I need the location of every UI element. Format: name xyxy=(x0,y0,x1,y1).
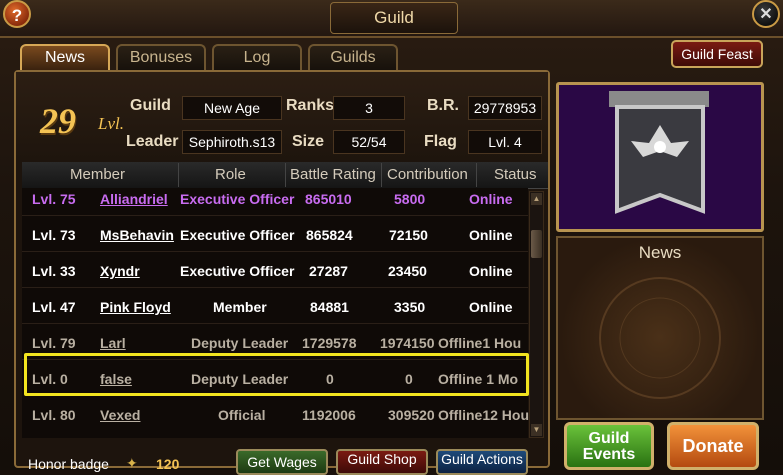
member-list-scrollbar[interactable] xyxy=(529,191,544,438)
member-status: Online xyxy=(469,227,513,243)
size-label: Size xyxy=(292,133,325,150)
row-divider xyxy=(22,287,528,288)
column-divider xyxy=(285,163,286,187)
column-divider xyxy=(476,163,477,187)
member-level: Lvl. 75 xyxy=(32,191,76,207)
guild-label: Guild xyxy=(130,97,171,114)
column-divider xyxy=(381,163,382,187)
tab-guilds[interactable]: Guilds xyxy=(308,44,398,70)
member-contribution: 5800 xyxy=(394,191,426,207)
member-name-link[interactable]: MsBehavin xyxy=(100,227,174,243)
tab-news[interactable]: News xyxy=(20,44,110,70)
member-status: Offline1 Hou xyxy=(438,335,522,351)
member-battle-rating: 1192006 xyxy=(302,407,356,423)
table-row[interactable]: Lvl. 33 Xyndr Executive Officer 27287 23… xyxy=(22,261,528,297)
question-icon: ? xyxy=(11,6,23,25)
help-button[interactable]: ? xyxy=(3,0,31,28)
member-contribution: 23450 xyxy=(388,263,427,279)
guild-flag-icon xyxy=(559,85,761,229)
row-divider xyxy=(22,251,528,252)
member-role: Executive Officer xyxy=(180,227,295,243)
member-contribution: 309520 xyxy=(388,407,435,423)
member-contribution: 72150 xyxy=(389,227,428,243)
column-header-role[interactable]: Role xyxy=(215,166,246,183)
member-name-link[interactable]: Vexed xyxy=(100,407,140,423)
member-battle-rating: 1729578 xyxy=(302,335,357,351)
br-value: 29778953 xyxy=(468,96,542,120)
guild-shop-button[interactable]: Guild Shop xyxy=(336,449,428,475)
column-divider xyxy=(178,163,179,187)
column-header-member[interactable]: Member xyxy=(70,166,125,183)
member-name-link[interactable]: Alliandriel xyxy=(100,191,168,207)
member-battle-rating: 865824 xyxy=(306,227,353,243)
tab-log[interactable]: Log xyxy=(212,44,302,70)
size-value: 52/54 xyxy=(333,130,405,154)
member-role: Member xyxy=(213,299,267,315)
member-name-link[interactable]: Xyndr xyxy=(100,263,140,279)
member-level: Lvl. 79 xyxy=(32,335,76,351)
member-level: Lvl. 73 xyxy=(32,227,76,243)
member-level: Lvl. 47 xyxy=(32,299,76,315)
news-panel xyxy=(556,236,764,420)
member-level: Lvl. 80 xyxy=(32,407,76,423)
member-status: Online xyxy=(469,263,513,279)
guild-level-number: 29 xyxy=(40,101,76,141)
member-role: Deputy Leader xyxy=(191,335,289,351)
leader-name-value: Sephiroth.s13 xyxy=(182,130,282,154)
table-row[interactable]: Lvl. 47 Pink Floyd Member 84881 3350 Onl… xyxy=(22,297,528,333)
news-title: News xyxy=(638,243,682,262)
guild-feast-button[interactable]: Guild Feast xyxy=(671,40,763,68)
leader-label: Leader xyxy=(126,133,179,150)
honor-badge-icon: ✦ xyxy=(126,455,138,471)
ranks-value: 3 xyxy=(333,96,405,120)
table-row[interactable]: Lvl. 75 Alliandriel Executive Officer 86… xyxy=(22,189,528,225)
member-contribution: 3350 xyxy=(394,299,426,315)
guild-flag-banner[interactable] xyxy=(556,82,764,232)
member-status: Offline12 Hou xyxy=(438,407,530,423)
member-name-link[interactable]: Larl xyxy=(100,335,126,351)
table-row[interactable]: Lvl. 73 MsBehavin Executive Officer 8658… xyxy=(22,225,528,261)
tab-bonuses[interactable]: Bonuses xyxy=(116,44,206,70)
flag-label: Flag xyxy=(424,133,457,150)
row-divider xyxy=(22,215,528,216)
member-battle-rating: 865010 xyxy=(305,191,352,207)
column-header-contribution[interactable]: Contribution xyxy=(387,166,468,183)
scroll-up-arrow-icon[interactable]: ▲ xyxy=(531,193,542,205)
guild-level-suffix: Lvl. xyxy=(98,114,124,133)
guild-window: Guild ? ✕ News Bonuses Log Guilds Guild … xyxy=(0,0,783,475)
member-battle-rating: 27287 xyxy=(309,263,348,279)
member-status: Online xyxy=(469,299,513,315)
guild-actions-button[interactable]: Guild Actions xyxy=(436,449,528,475)
donate-button[interactable]: Donate xyxy=(667,422,759,470)
window-title: Guild xyxy=(330,2,458,34)
get-wages-button[interactable]: Get Wages xyxy=(236,449,328,475)
member-name-link[interactable]: Pink Floyd xyxy=(100,299,171,315)
flag-value: Lvl. 4 xyxy=(468,130,542,154)
member-role: Executive Officer xyxy=(180,191,295,207)
guild-events-button[interactable]: Guild Events xyxy=(564,422,654,470)
member-battle-rating: 84881 xyxy=(310,299,349,315)
close-icon: ✕ xyxy=(759,6,773,23)
member-level: Lvl. 33 xyxy=(32,263,76,279)
member-status: Online xyxy=(469,191,513,207)
br-label: B.R. xyxy=(427,97,459,114)
guild-name-value: New Age xyxy=(182,96,282,120)
member-contribution: 1974150 xyxy=(380,335,435,351)
table-row[interactable]: Lvl. 80 Vexed Official 1192006 309520 Of… xyxy=(22,405,530,441)
ranks-label: Ranks xyxy=(286,97,335,114)
scroll-thumb[interactable] xyxy=(531,230,542,258)
row-divider xyxy=(22,323,528,324)
news-emblem-icon xyxy=(599,277,721,399)
selection-highlight xyxy=(24,353,529,396)
scroll-down-arrow-icon[interactable]: ▼ xyxy=(531,424,542,436)
close-button[interactable]: ✕ xyxy=(752,0,780,28)
column-header-status[interactable]: Status xyxy=(494,166,537,183)
column-header-battle-rating[interactable]: Battle Rating xyxy=(290,166,376,183)
member-role: Executive Officer xyxy=(180,263,295,279)
member-role: Official xyxy=(218,407,266,423)
